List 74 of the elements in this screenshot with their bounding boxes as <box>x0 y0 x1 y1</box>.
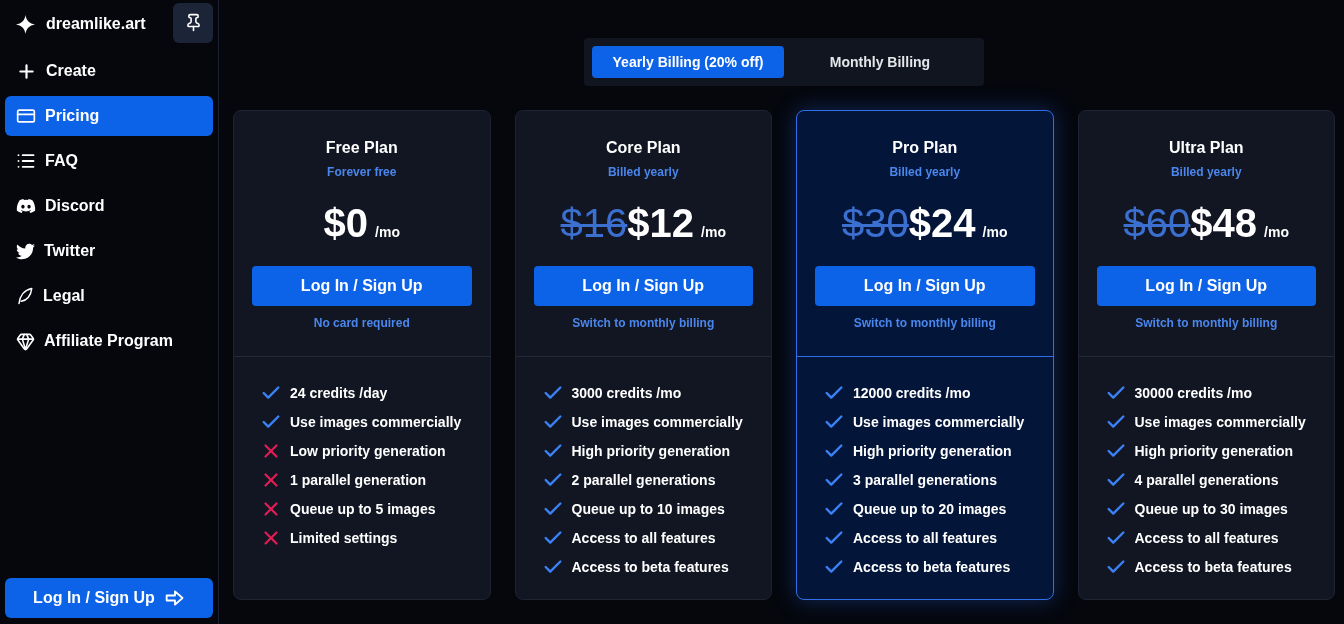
sidebar-nav-item[interactable]: Legal <box>5 276 213 316</box>
sidebar-nav-item[interactable]: FAQ <box>5 141 213 181</box>
sidebar-nav-item[interactable]: Discord <box>5 186 213 226</box>
pin-button[interactable] <box>173 2 213 43</box>
plan-title: Core Plan <box>605 138 681 158</box>
billing-tab[interactable]: Monthly Billing <box>784 46 976 78</box>
feature-text: Use images commercially <box>290 412 462 432</box>
feature-text: Access to all features <box>1134 528 1279 548</box>
price-period: /mo <box>982 223 1008 242</box>
plan-price: $0 <box>323 200 369 247</box>
old-price: $30 <box>842 200 909 247</box>
feature-text: Access to all features <box>571 528 716 548</box>
arrow-right-icon <box>164 588 185 608</box>
feature-text: Low priority generation <box>290 441 446 461</box>
login-signup-button[interactable]: Log In / Sign Up <box>1096 266 1316 306</box>
old-price: $16 <box>560 200 628 247</box>
feature-text: High priority generation <box>1134 441 1294 461</box>
plan-subtitle: Forever free <box>327 164 397 180</box>
login-signup-button[interactable]: Log In / Sign Up <box>252 266 472 306</box>
feature-text: Queue up to 20 images <box>853 499 1007 519</box>
feature-text: Use images commercially <box>571 412 743 432</box>
plan-price: $12 <box>627 200 695 247</box>
old-price: $60 <box>1123 200 1191 247</box>
feature-text: 30000 credits /mo <box>1134 383 1252 403</box>
feature-text: Queue up to 5 images <box>290 499 436 519</box>
plan-note[interactable]: Switch to monthly billing <box>1135 315 1278 331</box>
sidebar-nav-item[interactable]: Twitter <box>5 231 213 271</box>
plan-note[interactable]: Switch to monthly billing <box>572 315 715 331</box>
feature-text: Use images commercially <box>853 412 1025 432</box>
feature-text: Use images commercially <box>1134 412 1306 432</box>
feature-text: High priority generation <box>571 441 731 461</box>
billing-tab[interactable]: Yearly Billing (20% off) <box>592 46 784 78</box>
price-period: /mo <box>375 223 400 242</box>
sparkle-logo-icon <box>16 14 35 34</box>
feature-text: 24 credits /day <box>290 383 388 403</box>
sidebar-nav-item[interactable]: Pricing <box>5 96 213 136</box>
feature-text: Queue up to 30 images <box>1134 499 1288 519</box>
feature-text: Access to beta features <box>853 557 1011 577</box>
plan-subtitle: Billed yearly <box>1170 164 1242 180</box>
plan-subtitle: Billed yearly <box>607 164 679 180</box>
plan-price: $24 <box>908 200 976 247</box>
discord-icon <box>16 196 36 216</box>
price-period: /mo <box>1264 223 1289 242</box>
bird-icon <box>16 241 35 261</box>
plan-title: Free Plan <box>325 138 398 158</box>
credit-card-icon <box>16 106 36 126</box>
feature-text: 1 parallel generation <box>290 470 427 490</box>
login-signup-button[interactable]: Log In / Sign Up <box>533 266 753 306</box>
feature-text: 3 parallel generations <box>853 470 997 490</box>
feature-text: High priority generation <box>853 441 1012 461</box>
sidebar-nav-item[interactable]: Create <box>5 51 213 91</box>
price-period: /mo <box>701 223 726 242</box>
logo-text: dreamlike.art <box>46 14 146 34</box>
plan-title: Pro Plan <box>892 138 958 158</box>
feature-text: 12000 credits /mo <box>853 383 971 403</box>
gem-icon <box>16 331 35 351</box>
feature-text: 3000 credits /mo <box>571 383 682 403</box>
feature-text: 2 parallel generations <box>571 470 716 490</box>
feature-text: Access to beta features <box>571 557 729 577</box>
login-signup-button[interactable]: Log In / Sign Up <box>815 266 1035 306</box>
list-icon <box>16 151 36 171</box>
plan-note[interactable]: Switch to monthly billing <box>853 315 996 331</box>
leaf-icon <box>16 287 34 305</box>
plan-subtitle: Billed yearly <box>889 164 961 180</box>
feature-text: Access to all features <box>853 528 997 548</box>
feature-text: 4 parallel generations <box>1134 470 1279 490</box>
feature-text: Queue up to 10 images <box>571 499 725 519</box>
feature-text: Access to beta features <box>1134 557 1292 577</box>
login-signup-button[interactable]: Log In / Sign Up <box>5 578 213 618</box>
feature-text: Limited settings <box>290 528 398 548</box>
plan-note: No card required <box>313 315 410 331</box>
sidebar-nav-item[interactable]: Affiliate Program <box>5 321 213 361</box>
plan-price: $48 <box>1190 200 1258 247</box>
plan-title: Ultra Plan <box>1168 138 1244 158</box>
